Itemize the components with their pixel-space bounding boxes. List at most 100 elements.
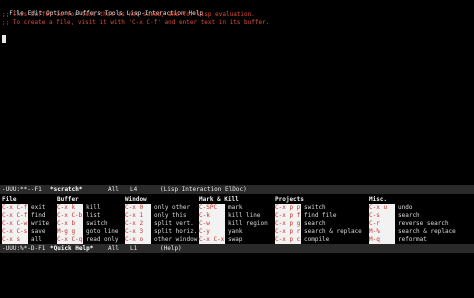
command-name[interactable]: mark [228, 204, 242, 212]
command-name[interactable]: search [304, 220, 326, 228]
command-name[interactable]: read only [86, 236, 119, 244]
quick-help-row: C-x s all [2, 236, 49, 244]
mode-line-status: -UUU:**--F1 [2, 186, 42, 193]
key-binding[interactable]: M-q [369, 236, 395, 244]
key-binding[interactable]: C-x p f [275, 212, 301, 220]
command-name[interactable]: split vert. [154, 220, 194, 228]
command-name[interactable]: exit [31, 204, 45, 212]
quick-help-row: C-x 3 split horiz. [125, 228, 197, 236]
key-binding[interactable]: C-x k [57, 204, 83, 212]
key-binding[interactable]: C-x o [125, 236, 151, 244]
quick-help-heading: Mark & Kill [199, 196, 239, 203]
quick-help-row: C-x C-x swap [199, 236, 268, 244]
command-name[interactable]: other window [154, 236, 197, 244]
key-binding[interactable]: C-x 3 [125, 228, 151, 236]
quick-help-row: C-w kill region [199, 220, 268, 228]
command-name[interactable]: find [31, 212, 45, 220]
quick-help-heading: Window [125, 196, 147, 203]
command-name[interactable]: only other [154, 204, 190, 212]
key-binding[interactable]: C-x b [57, 220, 83, 228]
quick-help-row: C-x 1 only this [125, 212, 197, 220]
key-binding[interactable]: C-y [199, 228, 225, 236]
scratch-comment-line-1: ;; This buffer is for text that is not s… [2, 11, 255, 18]
quick-help-row: M-g g goto line [57, 228, 119, 236]
mode-line-scratch[interactable]: -UUU:**--F1 *scratch* All L4 (Lisp Inter… [0, 185, 474, 194]
key-binding[interactable]: M-g g [57, 228, 83, 236]
command-name[interactable]: switch [86, 220, 108, 228]
key-binding[interactable]: C-x C-f [2, 204, 28, 212]
mode-line-line: L4 [130, 186, 138, 193]
quick-help-column: Projects C-x p p switch C-x p f find file C-x… [275, 196, 362, 244]
command-name[interactable]: swap [228, 236, 242, 244]
key-binding[interactable]: C-x 0 [125, 204, 151, 212]
quick-help-heading: Buffer [57, 196, 79, 203]
key-binding[interactable]: M-% [369, 228, 395, 236]
command-name[interactable]: kill line [228, 212, 261, 220]
command-name[interactable]: search [398, 212, 420, 220]
key-binding[interactable]: C-x p c [275, 236, 301, 244]
mode-line-mode[interactable]: (Help) [160, 244, 182, 253]
key-binding[interactable]: C-x C-b [57, 212, 83, 220]
quick-help-row: M-% search & replace [369, 228, 456, 236]
key-binding[interactable]: C-x 1 [125, 212, 151, 220]
command-name[interactable]: undo [398, 204, 412, 212]
command-name[interactable]: find file [304, 212, 337, 220]
key-binding[interactable]: C-x C-s [2, 228, 28, 236]
key-binding[interactable]: C-x C-f [2, 212, 28, 220]
key-binding[interactable]: C-r [369, 220, 395, 228]
key-binding[interactable]: C-x p r [275, 228, 301, 236]
command-name[interactable]: split horiz. [154, 228, 197, 236]
key-binding[interactable]: C-x 2 [125, 220, 151, 228]
key-binding[interactable]: C-x C-x [199, 236, 225, 244]
mode-line-line: L1 [130, 245, 138, 252]
text-cursor[interactable] [2, 35, 6, 43]
quick-help-row: C-k kill line [199, 212, 268, 220]
command-name[interactable]: only this [154, 212, 187, 220]
quick-help-heading: Misc. [369, 196, 388, 203]
quick-help-column: Window C-x 0 only other C-x 1 only this C-x 2… [125, 196, 197, 244]
quick-help-row: C-x C-w write [2, 220, 49, 228]
quick-help-row: C-x C-f find [2, 212, 49, 220]
key-binding[interactable]: C-w [199, 220, 225, 228]
command-name[interactable]: write [31, 220, 49, 228]
mode-line-buffer-name[interactable]: *scratch* [50, 185, 83, 194]
command-name[interactable]: yank [228, 228, 242, 236]
key-binding[interactable]: C-x p p [275, 204, 301, 212]
command-name[interactable]: compile [304, 236, 329, 244]
key-binding[interactable]: C-x u [369, 204, 395, 212]
key-binding[interactable]: C-k [199, 212, 225, 220]
quick-help-row: C-x p f find file [275, 212, 362, 220]
command-name[interactable]: save [31, 228, 45, 236]
quick-help-row: C-x p r search & replace [275, 228, 362, 236]
quick-help-column: Mark & Kill C-SPC mark C-k kill line C-w kill … [199, 196, 268, 244]
key-binding[interactable]: C-s [369, 212, 395, 220]
quick-help-row: C-x p c compile [275, 236, 362, 244]
key-binding[interactable]: C-SPC [199, 204, 225, 212]
key-binding[interactable]: C-x C-q [57, 236, 83, 244]
command-name[interactable]: kill region [228, 220, 268, 228]
quick-help-row: C-x C-q read only [57, 236, 119, 244]
mode-line-position: All [108, 186, 119, 193]
mode-line-buffer-name[interactable]: *Quick Help* [50, 244, 93, 253]
quick-help-row: C-x k kill [57, 204, 119, 212]
quick-help-heading: File [2, 196, 17, 203]
mode-line-mode[interactable]: (Lisp Interaction ElDoc) [160, 185, 247, 194]
command-name[interactable]: reformat [398, 236, 427, 244]
command-name[interactable]: search & replace [398, 228, 456, 236]
command-name[interactable]: kill [86, 204, 100, 212]
command-name[interactable]: switch [304, 204, 326, 212]
command-name[interactable]: reverse search [398, 220, 449, 228]
command-name[interactable]: all [31, 236, 42, 244]
key-binding[interactable]: C-x p g [275, 220, 301, 228]
key-binding[interactable]: C-x s [2, 236, 28, 244]
quick-help-column: File C-x C-f exit C-x C-f find C-x C-w write C-… [2, 196, 49, 244]
mode-line-position: All [108, 245, 119, 252]
mode-line-quick-help[interactable]: -UUU:%*-D-F1 *Quick Help* All L1 (Help) [0, 244, 474, 253]
command-name[interactable]: search & replace [304, 228, 362, 236]
echo-area[interactable] [0, 254, 474, 263]
quick-help-row: C-x u undo [369, 204, 456, 212]
command-name[interactable]: list [86, 212, 100, 220]
key-binding[interactable]: C-x C-w [2, 220, 28, 228]
command-name[interactable]: goto line [86, 228, 119, 236]
quick-help-row: C-x C-b list [57, 212, 119, 220]
